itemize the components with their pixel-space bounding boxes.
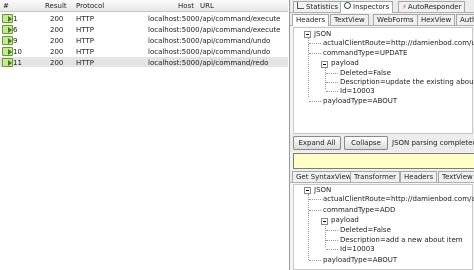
req-tab-headers[interactable]: Headers [292, 14, 330, 26]
tree-node[interactable]: payload [331, 59, 359, 67]
session-protocol: HTTP [76, 15, 94, 23]
session-row[interactable]: 6 200 HTTP localhost:5000/api/command/execu… [0, 24, 288, 34]
session-number: 9 [13, 37, 18, 45]
tab-autoresponder[interactable]: ⚡AutoResponder [398, 1, 466, 12]
session-number: 6 [13, 26, 18, 34]
json-toolbar: Expand All Collapse JSON parsing complet… [290, 134, 474, 152]
col-host[interactable]: Host [178, 2, 194, 10]
statistics-icon [297, 2, 304, 9]
collapse-button[interactable]: Collapse [344, 136, 388, 150]
session-result: 200 [50, 26, 64, 34]
session-icon [2, 25, 13, 34]
session-icon [2, 36, 13, 45]
request-tabbar: Headers TextView WebForms HexView Auth [290, 13, 474, 26]
collapse-payload-toggle[interactable] [321, 61, 328, 68]
session-protocol: HTTP [76, 59, 94, 67]
req-tab-auth[interactable]: Auth [456, 14, 474, 25]
status-text: JSON parsing completed [392, 139, 474, 147]
resp-tab-syntaxview[interactable]: Get SyntaxView [292, 171, 356, 182]
col-number[interactable]: # [3, 2, 9, 10]
session-result: 200 [50, 48, 64, 56]
session-host: localhost:5000 [148, 15, 200, 23]
tree-node[interactable]: Deleted=False [340, 226, 391, 234]
col-result[interactable]: Result [45, 2, 67, 10]
tree-node[interactable]: Deleted=False [340, 69, 391, 77]
collapse-payload-toggle[interactable] [321, 218, 328, 225]
tree-node[interactable]: commandType=UPDATE [323, 49, 407, 57]
resp-tab-headers[interactable]: Headers [400, 171, 438, 182]
req-tab-hexview[interactable]: HexView [417, 14, 456, 25]
session-protocol: HTTP [76, 37, 94, 45]
collapse-json-toggle[interactable] [304, 31, 311, 38]
session-icon [2, 58, 13, 67]
session-result: 200 [50, 59, 64, 67]
response-tabbar: Get SyntaxView Transformer Headers TextV… [290, 170, 474, 183]
session-url: /api/command/execute [200, 15, 281, 23]
session-icon [2, 14, 13, 23]
collapse-json-toggle[interactable] [304, 187, 311, 194]
tree-node[interactable]: Description=update the existing about it… [340, 78, 474, 86]
session-protocol: HTTP [76, 48, 94, 56]
tree-node[interactable]: Description=add a new about item [340, 236, 463, 244]
resp-tab-textview[interactable]: TextView [438, 171, 474, 182]
session-host: localhost:5000 [148, 59, 200, 67]
session-host: localhost:5000 [148, 26, 200, 34]
session-url: /api/command/redo [200, 59, 269, 67]
tab-inspectors[interactable]: Inspectors [340, 1, 394, 13]
col-protocol[interactable]: Protocol [76, 2, 104, 10]
session-result: 200 [50, 15, 64, 23]
session-list-header: # Result Protocol Host URL [0, 0, 288, 12]
expand-all-button[interactable]: Expand All [293, 136, 341, 150]
session-url: /api/command/undo [200, 37, 271, 45]
session-icon [2, 47, 13, 56]
magnifier-icon [344, 2, 351, 9]
tree-root[interactable]: JSON [314, 30, 331, 38]
tree-node[interactable]: Id=10003 [340, 87, 375, 95]
session-number: 10 [13, 48, 22, 56]
tab-autoresponder-label: AutoResponder [407, 3, 462, 11]
resp-tab-transformer[interactable]: Transformer [350, 171, 401, 182]
session-host: localhost:5000 [148, 37, 200, 45]
tree-node[interactable]: payloadType=ABOUT [323, 256, 397, 264]
session-number: 1 [13, 15, 18, 23]
inspector-panel: Statistics Inspectors ⚡AutoResponder Hea… [289, 0, 474, 270]
col-url[interactable]: URL [200, 2, 214, 10]
req-tab-textview[interactable]: TextView [330, 14, 369, 25]
lightning-icon: ⚡ [402, 3, 407, 11]
response-json-tree: JSON actualClientRoute=http://damienbod.… [293, 184, 474, 270]
session-number: 11 [13, 59, 22, 67]
request-json-tree: JSON actualClientRoute=http://damienbod.… [293, 27, 474, 134]
session-protocol: HTTP [76, 26, 94, 34]
tree-node[interactable]: payloadType=ABOUT [323, 97, 397, 105]
session-host: localhost:5000 [148, 48, 200, 56]
session-row[interactable]: 10 200 HTTP localhost:5000/api/command/undo [0, 46, 288, 56]
tree-root[interactable]: JSON [314, 186, 331, 194]
session-row[interactable]: 11 200 HTTP localhost:5000/api/command/redo [0, 57, 288, 67]
top-tabbar: Statistics Inspectors ⚡AutoResponder [290, 0, 474, 13]
session-url: /api/command/undo [200, 48, 271, 56]
tree-node[interactable]: commandType=ADD [323, 206, 395, 214]
session-row[interactable]: 9 200 HTTP localhost:5000/api/command/undo [0, 35, 288, 45]
tree-node[interactable]: actualClientRoute=http://damienbod.com/a… [323, 195, 474, 203]
tab-inspectors-label: Inspectors [353, 3, 390, 11]
session-row[interactable]: 1 200 HTTP localhost:5000/api/command/execu… [0, 13, 288, 23]
find-bar[interactable] [293, 153, 474, 169]
session-result: 200 [50, 37, 64, 45]
tab-statistics[interactable]: Statistics [293, 1, 342, 12]
tree-node[interactable]: payload [331, 216, 359, 224]
tree-node[interactable]: actualClientRoute=http://damienbod.com/u… [323, 39, 474, 47]
req-tab-webforms[interactable]: WebForms [373, 14, 418, 25]
session-list: # Result Protocol Host URL 1 200 HTTP local… [0, 0, 288, 270]
session-url: /api/command/execute [200, 26, 281, 34]
tab-statistics-label: Statistics [306, 3, 338, 11]
tree-node[interactable]: Id=10003 [340, 245, 375, 253]
